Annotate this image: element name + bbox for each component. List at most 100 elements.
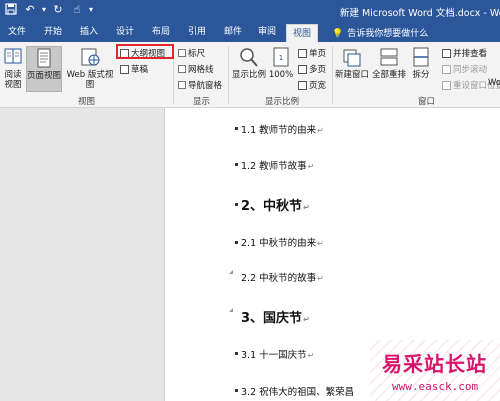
split-button[interactable]: 拆分 (408, 46, 434, 80)
tab-review[interactable]: 审阅 (256, 25, 278, 42)
line-text: 2.1 中秋节的由来 (241, 238, 317, 249)
arrange-all-button[interactable]: 全部重排 (371, 46, 407, 80)
paragraph-mark-icon: ↵ (317, 126, 324, 135)
tab-references[interactable]: 引用 (186, 25, 208, 42)
zoom-group-label: 显示比例 (265, 97, 300, 107)
tab-view[interactable]: 视图 (286, 24, 318, 42)
draft-view-button[interactable]: 草稿 (120, 63, 148, 75)
print-layout-button[interactable]: 页面视图 (26, 46, 62, 92)
draft-icon (120, 64, 129, 74)
zoom-100-icon: 1 (271, 46, 291, 68)
outline-view-highlight (116, 44, 174, 59)
outline-line-1[interactable]: 1.1 教师节的由来↵ (241, 122, 324, 136)
zoom-100-button[interactable]: 1 100% (268, 46, 294, 80)
zoom-label: 显示比例 (231, 70, 266, 80)
web-layout-button[interactable]: Web 版式视图 (64, 46, 116, 90)
web-layout-label: Web 版式视图 (66, 70, 114, 90)
side-by-side-icon (442, 48, 451, 58)
tab-insert[interactable]: 插入 (78, 25, 100, 42)
outline-bullet (235, 163, 238, 166)
collapse-triangle-icon[interactable] (229, 270, 233, 274)
line-text: 1.2 教师节故事 (241, 161, 307, 172)
paragraph-mark-icon: ↵ (307, 351, 315, 360)
ruler-checkbox[interactable]: 标尺 (178, 47, 205, 59)
sync-scroll-icon (442, 64, 451, 74)
outline-line-2[interactable]: 1.2 教师节故事↵ (241, 158, 314, 172)
print-layout-label: 页面视图 (27, 71, 62, 81)
multi-page-button[interactable]: 多页 (298, 63, 326, 75)
tell-me-box[interactable]: 💡 告诉我你想要做什么 (332, 26, 428, 39)
collapse-triangle-icon[interactable] (229, 308, 233, 312)
outline-line-3[interactable]: 2、中秋节↵ (241, 195, 310, 214)
tab-file[interactable]: 文件 (6, 25, 28, 42)
split-label: 拆分 (412, 70, 430, 80)
outline-line-8[interactable]: 3.2 祝伟大的祖国、繁荣昌 (241, 384, 354, 398)
one-page-button[interactable]: 单页 (298, 47, 326, 59)
ribbon-tabs: 文件 开始 插入 设计 布局 引用 邮件 审阅 视图 💡 告诉我你想要做什么 (0, 22, 500, 42)
zoom-button[interactable]: 显示比例 (231, 46, 267, 80)
switch-windows-label: Word (488, 78, 500, 88)
quick-access-toolbar: ↶ ▾ ↻ ☝ ▾ (4, 3, 93, 17)
ribbon-view: 阅读 视图 页面视图 Web 版式视图 大纲视图 草稿 视图 标尺 网格线 导航… (0, 42, 500, 108)
one-page-label: 单页 (309, 49, 327, 59)
window-title: 新建 Microsoft Word 文档.docx - Word (340, 8, 500, 19)
ruler-label: 标尺 (188, 49, 206, 59)
print-layout-icon (34, 47, 54, 69)
group-separator (332, 46, 333, 104)
line-text: 2.2 中秋节的故事 (241, 273, 317, 284)
gridlines-checkbox[interactable]: 网格线 (178, 63, 214, 75)
new-window-button[interactable]: 新建窗口 (334, 46, 370, 80)
new-window-icon (342, 46, 362, 68)
gridlines-check-icon (178, 65, 186, 73)
page-width-button[interactable]: 页宽 (298, 79, 326, 91)
ruler-check-icon (178, 49, 186, 57)
zoom-100-label: 100% (268, 70, 294, 80)
save-icon[interactable] (4, 3, 18, 17)
outline-bullet (235, 203, 238, 206)
undo-icon[interactable]: ↶ (23, 3, 37, 17)
outline-line-6[interactable]: 3、国庆节↵ (241, 307, 310, 326)
group-separator (228, 46, 229, 104)
watermark-url: www.easck.com (392, 380, 479, 393)
lightbulb-icon: 💡 (332, 29, 344, 39)
outline-line-7[interactable]: 3.1 十一国庆节↵ (241, 347, 314, 361)
one-page-icon (298, 48, 307, 58)
outline-line-5[interactable]: 2.2 中秋节的故事↵ (241, 270, 324, 284)
outline-bullet (235, 389, 238, 392)
line-text: 1.1 教师节的由来 (241, 125, 317, 136)
draft-view-label: 草稿 (131, 65, 149, 75)
sync-scroll-button[interactable]: 同步滚动 (442, 63, 487, 75)
customize-qat-icon[interactable]: ▾ (89, 3, 93, 17)
side-by-side-label: 并排查看 (453, 49, 488, 59)
page-width-label: 页宽 (309, 81, 327, 91)
redo-icon[interactable]: ↻ (51, 3, 65, 17)
views-group-label: 视图 (78, 97, 96, 107)
paragraph-mark-icon: ↵ (303, 203, 310, 212)
read-mode-label: 阅读 视图 (4, 70, 22, 90)
side-by-side-button[interactable]: 并排查看 (442, 47, 487, 59)
sync-scroll-label: 同步滚动 (453, 65, 488, 75)
read-mode-icon (3, 46, 23, 68)
switch-windows-button[interactable]: Word (488, 78, 500, 88)
tab-home[interactable]: 开始 (42, 25, 64, 42)
split-icon (411, 46, 431, 68)
svg-text:1: 1 (279, 54, 283, 62)
paragraph-mark-icon: ↵ (307, 162, 315, 171)
line-text: 2、中秋节 (241, 199, 303, 214)
tab-layout[interactable]: 布局 (150, 25, 172, 42)
touch-mode-icon[interactable]: ☝ (70, 3, 84, 17)
window-group-label: 窗口 (418, 97, 436, 107)
new-window-label: 新建窗口 (334, 70, 369, 80)
tab-design[interactable]: 设计 (114, 25, 136, 42)
web-layout-icon (80, 46, 100, 68)
multi-page-label: 多页 (309, 65, 327, 75)
tab-mailings[interactable]: 邮件 (222, 25, 244, 42)
nav-pane-label: 导航窗格 (188, 81, 223, 91)
nav-pane-checkbox[interactable]: 导航窗格 (178, 79, 222, 91)
outline-line-4[interactable]: 2.1 中秋节的由来↵ (241, 235, 324, 249)
read-mode-button[interactable]: 阅读 视图 (2, 46, 24, 90)
tell-me-placeholder: 告诉我你想要做什么 (347, 29, 429, 39)
arrange-all-label: 全部重排 (371, 70, 406, 80)
undo-dropdown-icon[interactable]: ▾ (42, 3, 46, 17)
reset-position-icon (442, 80, 451, 90)
